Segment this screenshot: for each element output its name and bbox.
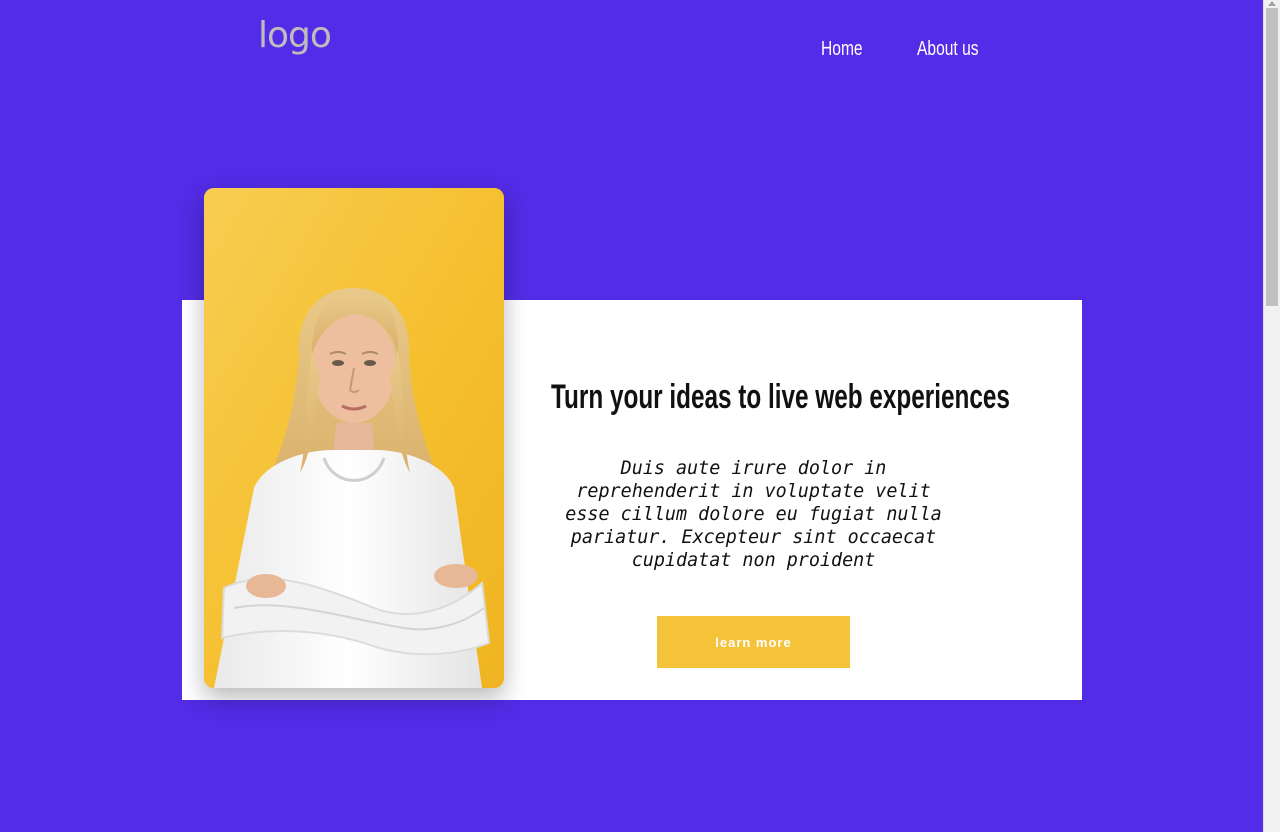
hero-portrait-image <box>204 188 504 688</box>
scroll-up-arrow-icon[interactable] <box>1268 1 1276 6</box>
vertical-scrollbar[interactable] <box>1263 0 1280 832</box>
hero-headline: Turn your ideas to live web experiences <box>551 378 1010 416</box>
site-logo[interactable]: logo <box>258 18 332 54</box>
learn-more-button[interactable]: learn more <box>657 616 850 668</box>
hero-description: Duis aute irure dolor in reprehenderit i… <box>565 458 942 571</box>
nav-link-home[interactable]: Home <box>821 38 863 61</box>
portrait-illustration <box>204 188 504 688</box>
nav-link-about-us[interactable]: About us <box>917 38 979 61</box>
scrollbar-thumb[interactable] <box>1266 8 1278 306</box>
